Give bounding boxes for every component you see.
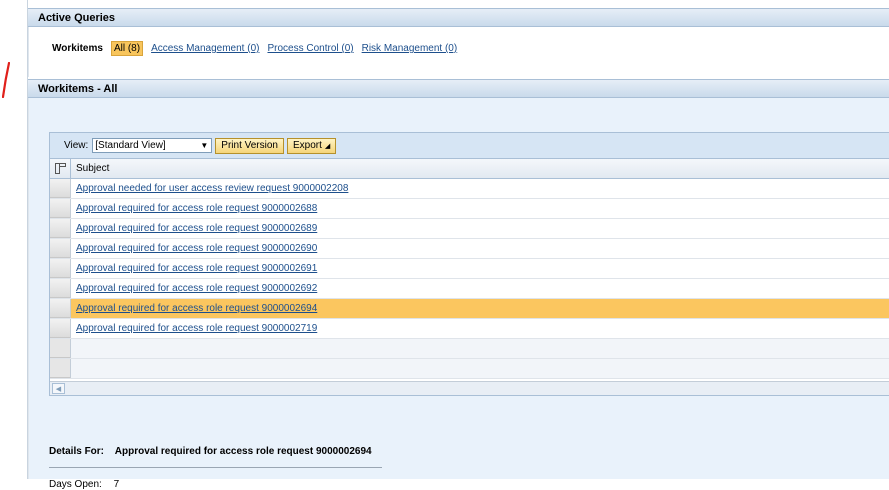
days-open-value: 7 — [113, 479, 120, 490]
workitems-label: Workitems — [52, 43, 103, 54]
table-rows: Approval needed for user access review r… — [50, 179, 889, 379]
chevron-down-icon: ▼ — [200, 141, 209, 150]
row-selector — [50, 339, 71, 358]
details-label: Details For: — [49, 446, 105, 457]
subject-cell: Approval required for access role reques… — [71, 319, 889, 338]
table-row[interactable]: Approval required for access role reques… — [50, 239, 889, 259]
row-selector[interactable] — [50, 199, 71, 218]
table-toolbar: View: [Standard View] ▼ Print Version Ex… — [50, 133, 889, 159]
days-open-label: Days Open: — [49, 479, 102, 490]
subject-link[interactable]: Approval required for access role reques… — [76, 323, 317, 334]
workitems-tray: Workitems - All View: [Standard View] ▼ … — [28, 79, 889, 490]
query-link-process-control[interactable]: Process Control (0) — [267, 43, 353, 54]
table-row[interactable]: Approval needed for user access review r… — [50, 179, 889, 199]
details-section: Details For: Approval required for acces… — [49, 446, 372, 457]
table-row[interactable]: Approval required for access role reques… — [50, 199, 889, 219]
empty-cell — [71, 359, 889, 378]
print-version-button[interactable]: Print Version — [215, 137, 284, 154]
table-row[interactable]: Approval required for access role reques… — [50, 259, 889, 279]
query-all-selected[interactable]: All (8) — [110, 41, 144, 56]
view-label: View: — [64, 140, 89, 151]
subject-link[interactable]: Approval required for access role reques… — [76, 203, 317, 214]
table-column-header: Subject — [50, 159, 889, 179]
row-selector[interactable] — [50, 239, 71, 258]
red-pen-mark — [2, 62, 10, 98]
subject-link[interactable]: Approval required for access role reques… — [76, 263, 317, 274]
row-selector[interactable] — [50, 279, 71, 298]
subject-cell: Approval required for access role reques… — [71, 199, 889, 218]
print-version-label: Print Version — [221, 140, 278, 151]
row-selector[interactable] — [50, 299, 71, 318]
subject-link[interactable]: Approval required for access role reques… — [76, 303, 317, 314]
table-row[interactable]: Approval required for access role reques… — [50, 299, 889, 319]
workitems-page: Active Queries Workitems All (8) Access … — [27, 0, 889, 490]
details-divider — [49, 467, 382, 468]
subject-cell: Approval needed for user access review r… — [71, 179, 889, 198]
row-selector[interactable] — [50, 319, 71, 338]
query-row: Workitems All (8) Access Management (0) … — [52, 41, 465, 56]
scroll-left-icon[interactable]: ◀ — [52, 383, 65, 394]
active-queries-body: Workitems All (8) Access Management (0) … — [28, 27, 889, 77]
row-selector[interactable] — [50, 179, 71, 198]
days-open: Days Open: 7 — [49, 479, 119, 490]
details-title: Details For: Approval required for acces… — [49, 446, 372, 457]
empty-row — [50, 339, 889, 359]
subject-link[interactable]: Approval needed for user access review r… — [76, 183, 348, 194]
column-header-subject[interactable]: Subject — [71, 159, 109, 178]
table-row[interactable]: Approval required for access role reques… — [50, 319, 889, 339]
subject-cell: Approval required for access role reques… — [71, 279, 889, 298]
empty-row — [50, 359, 889, 379]
row-selector[interactable] — [50, 259, 71, 278]
query-link-access-management[interactable]: Access Management (0) — [151, 43, 259, 54]
subject-link[interactable]: Approval required for access role reques… — [76, 283, 317, 294]
query-link-risk-management[interactable]: Risk Management (0) — [362, 43, 458, 54]
subject-link[interactable]: Approval required for access role reques… — [76, 223, 317, 234]
empty-cell — [71, 339, 889, 358]
workitems-body: View: [Standard View] ▼ Print Version Ex… — [28, 98, 889, 490]
details-subject: Approval required for access role reques… — [114, 446, 372, 457]
view-dropdown[interactable]: [Standard View] ▼ — [92, 138, 213, 153]
row-selector[interactable] — [50, 219, 71, 238]
workitems-header: Workitems - All — [28, 79, 889, 98]
workitems-table: View: [Standard View] ▼ Print Version Ex… — [49, 132, 889, 396]
table-row[interactable]: Approval required for access role reques… — [50, 279, 889, 299]
subject-cell: Approval required for access role reques… — [71, 299, 889, 318]
row-selector — [50, 359, 71, 378]
export-label: Export — [292, 140, 322, 151]
export-button[interactable]: Export ◢ — [286, 137, 337, 154]
table-row[interactable]: Approval required for access role reques… — [50, 219, 889, 239]
subject-link[interactable]: Approval required for access role reques… — [76, 243, 317, 254]
subject-cell: Approval required for access role reques… — [71, 219, 889, 238]
subject-cell: Approval required for access role reques… — [71, 259, 889, 278]
active-queries-header: Active Queries — [28, 8, 889, 27]
horizontal-scrollbar[interactable]: ◀ — [50, 381, 889, 395]
select-all-icon[interactable] — [50, 159, 71, 178]
view-dropdown-value: [Standard View] — [95, 140, 166, 151]
menu-triangle-icon: ◢ — [324, 142, 331, 150]
subject-cell: Approval required for access role reques… — [71, 239, 889, 258]
